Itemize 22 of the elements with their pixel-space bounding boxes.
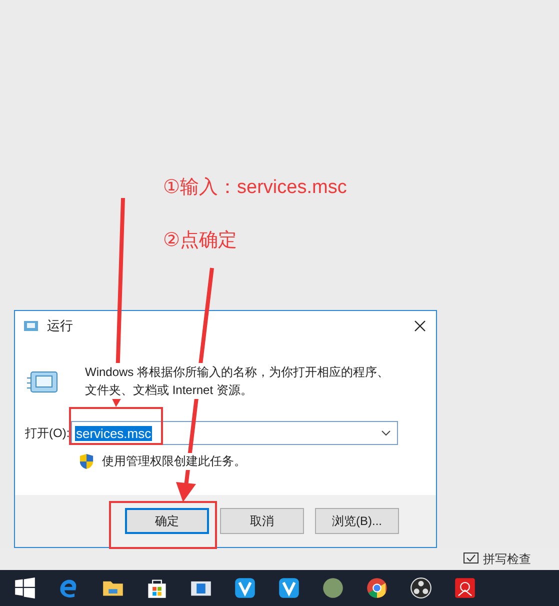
annotation-text: ②点确定: [163, 229, 238, 253]
command-input[interactable]: services.msc: [71, 421, 398, 445]
window-title: 运行: [47, 317, 73, 335]
store-icon[interactable]: [146, 577, 168, 599]
check-icon: [463, 552, 479, 566]
v-logo-icon[interactable]: [234, 577, 256, 599]
close-icon[interactable]: [414, 320, 426, 332]
dialog-button[interactable]: 确定: [125, 508, 209, 534]
photo-placeholder[interactable]: [322, 577, 344, 599]
dialog-button[interactable]: 取消: [220, 508, 304, 534]
run-icon: [23, 320, 39, 332]
record-icon[interactable]: [410, 577, 432, 599]
app-icon[interactable]: [454, 577, 476, 599]
start-icon[interactable]: [14, 577, 36, 599]
caret-icon[interactable]: [381, 430, 391, 436]
v-logo-icon[interactable]: [278, 577, 300, 599]
chrome-icon[interactable]: [366, 577, 388, 599]
shield-icon: [79, 453, 94, 470]
dialog-button[interactable]: 浏览(B)...: [315, 508, 399, 534]
status-item[interactable]: 拼写检查: [483, 550, 531, 568]
open-label: 打开(O):: [25, 424, 71, 442]
annotation-text: ①输入：services.msc: [163, 176, 348, 200]
